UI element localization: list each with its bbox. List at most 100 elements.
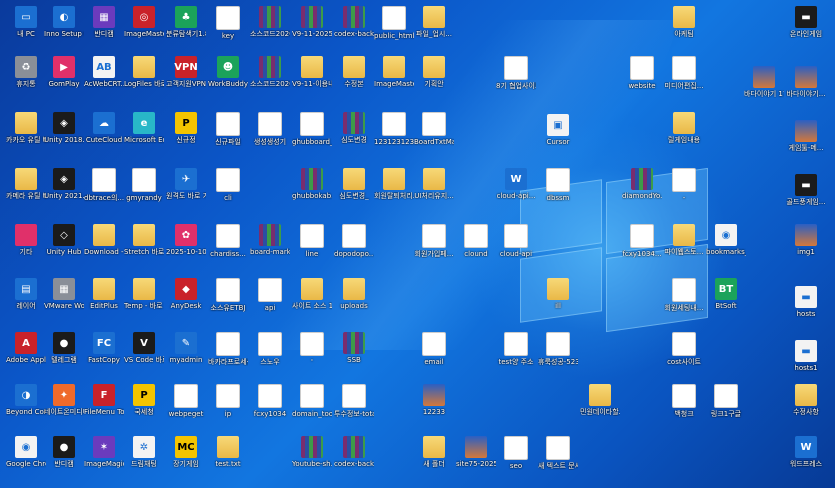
desktop-icon[interactable]: cloud-api xyxy=(496,222,536,264)
desktop-icon[interactable]: 회원탈퇴처리... xyxy=(374,166,414,208)
desktop-icon[interactable]: 소스코드2026-0817 xyxy=(250,4,290,46)
desktop-icon[interactable]: ▬ 온라인게임 xyxy=(786,4,826,46)
desktop-icon[interactable]: AB AcWebCRT... xyxy=(84,54,124,96)
desktop-icon[interactable]: 스노우 xyxy=(250,330,290,372)
desktop-icon[interactable]: img1 xyxy=(786,222,826,264)
desktop-icon[interactable]: BoardTxtMaker xyxy=(414,110,454,152)
desktop-icon[interactable]: ▤ 레이어 xyxy=(6,276,46,318)
desktop-icon[interactable]: ◆ AnyDesk xyxy=(166,276,206,318)
desktop-icon[interactable]: ' xyxy=(292,330,332,372)
desktop-icon[interactable]: LogFiles 바로 가기 xyxy=(124,54,164,96)
desktop-icon[interactable]: 파일_업시... xyxy=(414,4,454,46)
desktop-icon[interactable]: 아케팀 xyxy=(664,4,704,46)
desktop-icon[interactable]: Youtube-sh... 2.3 xyxy=(292,434,332,476)
desktop-icon[interactable]: 123123123... xyxy=(374,110,414,152)
desktop-icon[interactable]: ☁ CuteCloud xyxy=(84,110,124,152)
desktop-icon[interactable]: ◉ bookmarks_7. 16. xyxy=(706,222,746,264)
desktop-icon[interactable]: board-mark... xyxy=(250,222,290,264)
desktop-icon[interactable]: website xyxy=(622,54,662,96)
desktop-icon[interactable]: 생성생성기 xyxy=(250,110,290,152)
desktop-icon[interactable]: ▬ hosts1 xyxy=(786,338,826,380)
desktop-icon[interactable]: FC FastCopy xyxy=(84,330,124,372)
desktop-icon[interactable]: 회원가입페... xyxy=(414,222,454,264)
desktop-icon[interactable]: test양 주소 xyxy=(496,330,536,372)
desktop-icon[interactable]: ghubboard_1 xyxy=(292,110,332,152)
desktop-icon[interactable]: ◈ Unity 2021.3.18f1 xyxy=(44,166,84,208)
desktop-icon[interactable]: ▶ GomPlay xyxy=(44,54,84,96)
desktop-icon[interactable]: P 신규정 xyxy=(166,110,206,152)
desktop-icon[interactable]: fcxy1034... xyxy=(622,222,662,264)
desktop-icon[interactable]: 휴룩성공-5230-mo xyxy=(538,330,578,372)
desktop-icon[interactable]: ✲ 드림채팅 xyxy=(124,434,164,476)
desktop-icon[interactable]: ▦ 반디캠 xyxy=(84,4,124,46)
desktop-icon[interactable]: ◈ Unity 2018.3... xyxy=(44,110,84,152)
desktop-icon[interactable]: email xyxy=(414,330,454,372)
desktop-icon[interactable]: 소스유ETBJ xyxy=(208,276,248,318)
desktop-icon[interactable]: 릴게임내용 xyxy=(664,110,704,152)
desktop-icon[interactable]: ✎ myadmin xyxy=(166,330,206,372)
desktop-icon[interactable]: codex-back... xyxy=(334,4,374,46)
desktop-icon[interactable]: 미디어편집... xyxy=(664,54,704,96)
desktop-icon[interactable]: dbtrace의... xyxy=(84,166,124,208)
desktop-icon[interactable]: Download - 바로 가기 xyxy=(84,222,124,264)
desktop-icon[interactable]: site75-2025... xyxy=(456,434,496,476)
desktop-icon[interactable]: VPN 고객지원VPN 바로가기 xyxy=(166,54,206,96)
desktop-icon[interactable]: 바다이야기 17 xyxy=(744,64,784,106)
desktop-icon[interactable]: ♻ 휴지통 xyxy=(6,54,46,96)
desktop-icon[interactable]: Wcloud-api... xyxy=(496,166,536,208)
desktop-icon[interactable]: dopodopo... xyxy=(334,222,374,264)
desktop-icon[interactable]: 링크1구글 xyxy=(706,382,746,424)
desktop-icon[interactable]: V9-11-2025-0... xyxy=(292,4,332,46)
desktop-icon[interactable]: ip xyxy=(208,382,248,424)
desktop-icon[interactable]: diamondYo... xyxy=(622,166,662,208)
desktop-icon[interactable]: Temp - 바로 가기 xyxy=(124,276,164,318)
desktop-icon[interactable]: ☻ WorkBuddy xyxy=(208,54,248,96)
desktop-icon[interactable]: ◇ Unity Hub xyxy=(44,222,84,264)
desktop-icon[interactable]: - xyxy=(664,166,704,208)
desktop-icon[interactable]: ◑ Beyond Compare 4 xyxy=(6,382,46,424)
desktop-icon[interactable]: 신규파일 xyxy=(208,110,248,152)
desktop-icon[interactable]: fcxy1034 xyxy=(250,382,290,424)
desktop-icon[interactable]: ▣ Cursor xyxy=(538,112,578,154)
desktop-icon[interactable]: ✦ 네이트온미디어 xyxy=(44,382,84,424)
desktop-icon[interactable]: 기획안 xyxy=(414,54,454,96)
desktop-icon[interactable]: line xyxy=(292,222,332,264)
desktop-icon[interactable]: ▬ 골드풍게임... xyxy=(786,172,826,214)
desktop-icon[interactable]: W 워드프레스 xyxy=(786,434,826,476)
desktop-icon[interactable]: 8기 협업사이트 xyxy=(496,54,536,96)
desktop-icon[interactable]: A Adobe Applicatio... xyxy=(6,330,46,372)
desktop-icon[interactable]: ▬ hosts xyxy=(786,284,826,326)
desktop-icon[interactable]: cost사이트 xyxy=(664,330,704,372)
desktop-icon[interactable]: P 국세청 xyxy=(124,382,164,424)
desktop-icon[interactable]: EditPlus xyxy=(84,276,124,318)
desktop-icon[interactable]: ▦ VMware Workstati... xyxy=(44,276,84,318)
desktop-icon[interactable]: gmyrandy xyxy=(124,166,164,208)
desktop-icon[interactable]: ● 텔레그램 xyxy=(44,330,84,372)
desktop-icon[interactable]: UI처리유지... xyxy=(414,166,454,208)
desktop-icon[interactable]: 백청크 xyxy=(664,382,704,424)
desktop-icon[interactable]: ◐ Inno Setup Compiler xyxy=(44,4,84,46)
desktop-icon[interactable]: ✿ 2025-10-10... xyxy=(166,222,206,264)
desktop-icon[interactable]: 게임툴-메... xyxy=(786,118,826,160)
desktop-icon[interactable]: 파이웹스토... xyxy=(664,222,704,264)
desktop-icon[interactable]: BT BtSoft xyxy=(706,276,746,318)
desktop-icon[interactable]: ◎ ImageMaster 바로 가기 xyxy=(124,4,164,46)
desktop-icon[interactable]: SSB xyxy=(334,330,374,372)
desktop-icon[interactable]: ill xyxy=(538,276,578,318)
desktop-icon[interactable]: 수정본 xyxy=(334,54,374,96)
desktop-icon[interactable]: public_html xyxy=(374,4,414,46)
desktop-icon[interactable]: dbssm xyxy=(538,166,578,208)
desktop-icon[interactable]: api xyxy=(250,276,290,318)
desktop-icon[interactable]: 수정사항 xyxy=(786,382,826,424)
desktop-icon[interactable]: test.txt xyxy=(208,434,248,476)
desktop-icon[interactable]: MC 장기게임 xyxy=(166,434,206,476)
desktop-icon[interactable]: 카메라 유틸 바로 xyxy=(6,166,46,208)
desktop-icon[interactable]: ImageMaster xyxy=(374,54,414,96)
desktop-icon[interactable]: 새 텍스트 문서 (8) xyxy=(538,434,578,476)
desktop-icon[interactable]: cli xyxy=(208,166,248,208)
desktop-icon[interactable]: V9-11-이용내용 xyxy=(292,54,332,96)
desktop-icon[interactable]: 심도변경_ xyxy=(334,166,374,208)
desktop-icon[interactable]: clound xyxy=(456,222,496,264)
desktop-icon[interactable]: 회원세팅내... xyxy=(664,276,704,318)
desktop-icon[interactable]: 기타 xyxy=(6,222,46,264)
